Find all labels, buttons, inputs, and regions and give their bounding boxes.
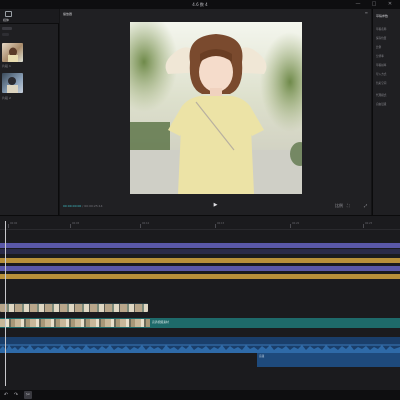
ruler-tick <box>290 224 291 228</box>
media-sidebar <box>0 24 13 44</box>
ruler-tick <box>363 224 364 228</box>
ruler-label: 00:00 <box>10 222 18 225</box>
ruler-tick <box>8 224 9 228</box>
timeline-ruler[interactable]: 00:00 00:05 00:10 00:15 00:20 00:25 <box>0 221 400 230</box>
clip-filmstrip <box>0 304 148 312</box>
filter-track[interactable] <box>0 274 400 279</box>
clip-thumbnail-image <box>8 47 18 62</box>
effect-track[interactable] <box>0 243 400 248</box>
preview-canvas[interactable] <box>130 22 302 194</box>
main-video-track[interactable] <box>0 318 400 328</box>
ruler-label: 00:15 <box>217 222 225 225</box>
detail-row: 草稿名称 <box>376 28 387 31</box>
media-tab-bar: 媒体 <box>0 9 59 24</box>
close-button[interactable]: ✕ <box>387 2 393 7</box>
timecode-total: 00:00:25:14 <box>84 204 103 208</box>
clip-filmstrip <box>0 319 150 327</box>
audio-track-secondary[interactable] <box>257 353 400 367</box>
media-folder-icon[interactable] <box>5 11 12 17</box>
detail-row: 自由层级 <box>376 103 387 106</box>
detail-row: 草稿帧率 <box>376 64 387 67</box>
window-title: 4.6 数 4 <box>192 2 208 7</box>
ruler-tick <box>140 224 141 228</box>
media-clip-thumbnail[interactable] <box>2 43 23 62</box>
maximize-button[interactable]: □ <box>371 2 377 7</box>
preview-frame-image <box>130 22 302 194</box>
clip-thumbnail-image <box>7 77 18 93</box>
details-title: 草稿参数 <box>376 14 389 18</box>
media-clip-label: 片段 1 <box>2 64 11 68</box>
timecode-display: 00:00:00:00 / 00:00:25:14 <box>63 204 103 208</box>
ruler-tick <box>215 224 216 228</box>
split-tool-icon[interactable]: ✂ <box>24 391 32 399</box>
preview-header: 播放器 ≡ <box>60 9 371 18</box>
undo-icon[interactable]: ↶ <box>2 391 10 399</box>
details-panel: 草稿参数 草稿名称 保存位置 比例 分辨率 草稿帧率 导入方式 色彩空间 代理模… <box>372 9 400 215</box>
detail-row: 比例 <box>376 46 382 49</box>
sidebar-item-cloud[interactable] <box>2 33 9 36</box>
ruler-label: 00:10 <box>142 222 150 225</box>
minimize-button[interactable]: — <box>355 2 361 7</box>
playhead[interactable] <box>5 221 6 386</box>
preview-panel: 播放器 ≡ 00:00:00:00 / 00:00:25:14 ▶ 比例 ⛶ ⤢ <box>60 9 371 215</box>
detail-row: 色彩空间 <box>376 82 387 85</box>
overlay-video-clip[interactable] <box>0 303 148 312</box>
menu-icon[interactable]: ≡ <box>365 10 368 15</box>
effect-track[interactable] <box>0 266 400 271</box>
tab-media[interactable]: 媒体 <box>3 18 9 22</box>
detail-row: 代理模式 <box>376 94 387 97</box>
ratio-button[interactable]: 比例 <box>335 203 343 208</box>
ruler-label: 00:20 <box>292 222 300 225</box>
title-bar: 4.6 数 4 — □ ✕ <box>0 0 400 9</box>
audio-waveform <box>0 344 400 353</box>
filter-track[interactable] <box>0 258 400 263</box>
ruler-label: 00:05 <box>72 222 80 225</box>
media-clip-thumbnail[interactable] <box>2 73 23 93</box>
main-clip-label: 高清视频素材 <box>152 320 169 324</box>
timeline-panel: 00:00 00:05 00:10 00:15 00:20 00:25 高清视频… <box>0 216 400 390</box>
fit-icon[interactable]: ⛶ <box>347 203 350 208</box>
audio-clip-label: 音频 <box>259 355 265 358</box>
play-button[interactable]: ▶ <box>213 203 218 208</box>
ruler-label: 00:25 <box>365 222 373 225</box>
ruler-tick <box>70 224 71 228</box>
fullscreen-icon[interactable]: ⤢ <box>364 203 367 208</box>
detail-row: 分辨率 <box>376 55 384 58</box>
detail-row: 导入方式 <box>376 73 387 76</box>
audio-track[interactable] <box>0 337 400 353</box>
detail-row: 保存位置 <box>376 37 387 40</box>
timecode-current: 00:00:00:00 <box>63 204 82 208</box>
redo-icon[interactable]: ↷ <box>12 391 20 399</box>
preview-title: 播放器 <box>63 12 73 16</box>
bottom-toolbar: ↶ ↷ ✂ <box>0 390 400 400</box>
media-panel: 媒体 片段 1 片段 2 <box>0 9 59 215</box>
sidebar-item-local[interactable] <box>2 27 12 30</box>
effect-track[interactable] <box>0 249 400 254</box>
media-clip-label: 片段 2 <box>2 96 11 100</box>
